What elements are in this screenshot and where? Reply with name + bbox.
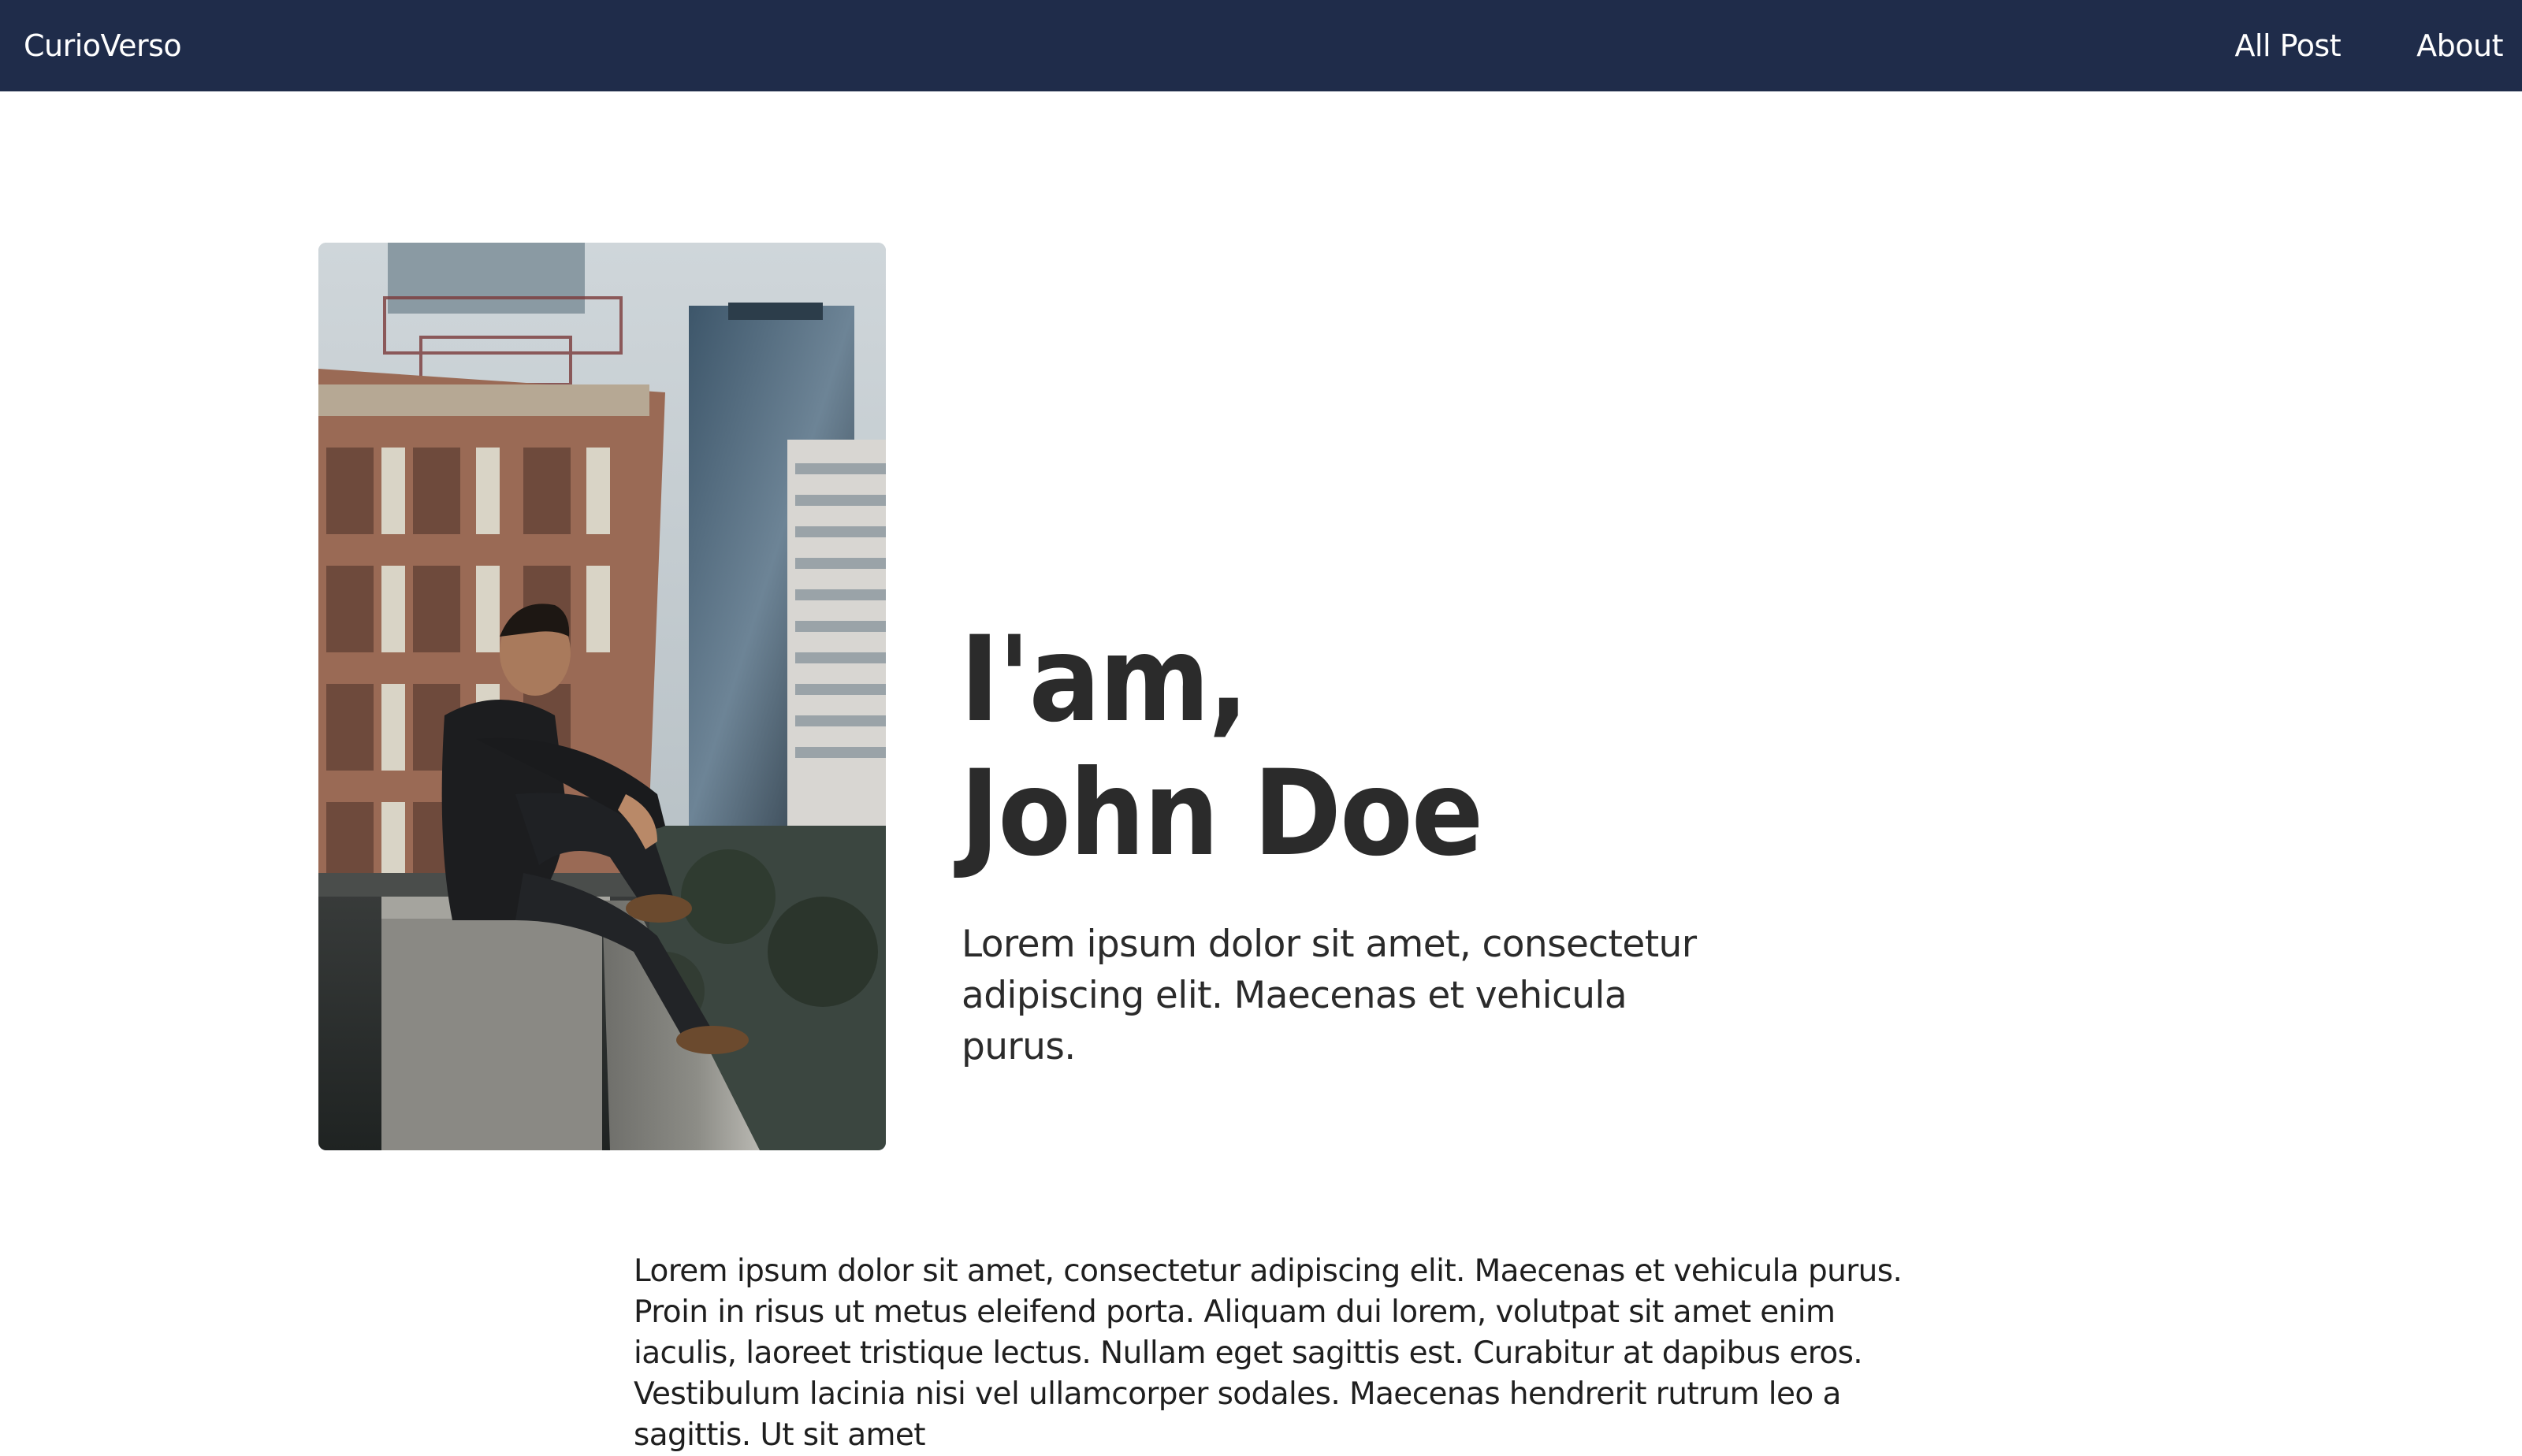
- hero-heading: I'am, John Doe: [960, 611, 1483, 882]
- hero-photo: [318, 243, 886, 1150]
- top-navbar: CurioVerso All Post About: [0, 0, 2522, 91]
- hero-heading-line-1: I'am,: [960, 611, 1248, 748]
- hero-heading-line-2: John Doe: [960, 745, 1483, 882]
- nav-link-about[interactable]: About: [2416, 28, 2503, 63]
- body-paragraph: Lorem ipsum dolor sit amet, consectetur …: [634, 1254, 1903, 1453]
- nav-links: All Post About: [2234, 28, 2503, 63]
- brand-logo-link[interactable]: CurioVerso: [24, 28, 182, 63]
- hero-subtitle: Lorem ipsum dolor sit amet, consectetur …: [962, 923, 1697, 1068]
- nav-link-all-post[interactable]: All Post: [2234, 28, 2341, 63]
